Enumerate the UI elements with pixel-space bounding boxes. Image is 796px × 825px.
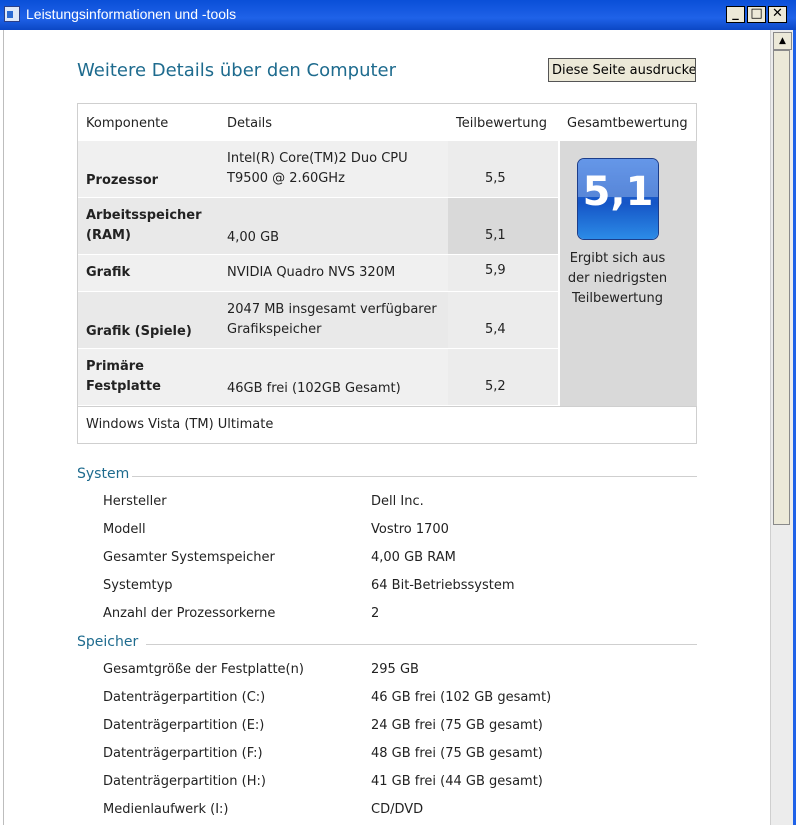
system-value: 64 Bit-Betriebssystem — [371, 578, 515, 593]
row-label: Grafik — [86, 265, 131, 280]
row-score: 5,9 — [485, 263, 506, 278]
score-table: Komponente Details Teilbewertung Gesamtb… — [77, 103, 697, 444]
header-details: Details — [227, 116, 273, 131]
row-details: 4,00 GB — [227, 230, 280, 245]
header-subscore: Teilbewertung — [456, 116, 548, 131]
title-bar[interactable]: Leistungsinformationen und -tools _ □ ✕ — [0, 0, 796, 30]
base-score-badge: 5,1 — [578, 159, 658, 239]
storage-value: 24 GB frei (75 GB gesamt) — [371, 718, 543, 733]
header-component: Komponente — [86, 116, 169, 131]
storage-value: 48 GB frei (75 GB gesamt) — [371, 746, 543, 761]
row-details: 2047 MB insgesamt verfügbarer Grafikspei… — [227, 302, 437, 337]
section-title-system: System — [77, 466, 130, 482]
minimize-button[interactable]: _ — [726, 6, 745, 23]
system-key: Systemtyp — [103, 578, 173, 593]
storage-key: Gesamtgröße der Festplatte(n) — [103, 662, 304, 677]
base-score-panel: 5,1 Ergibt sich aus der niedrigsten Teil… — [560, 141, 697, 406]
storage-key: Datenträgerpartition (F:) — [103, 746, 263, 761]
storage-value: 41 GB frei (44 GB gesamt) — [371, 774, 543, 789]
system-value: Dell Inc. — [371, 494, 424, 509]
system-key: Modell — [103, 522, 146, 537]
app-icon[interactable] — [4, 6, 20, 22]
row-label: Prozessor — [86, 173, 159, 188]
section-title-storage: Speicher — [77, 634, 139, 650]
system-key: Gesamter Systemspeicher — [103, 550, 275, 565]
base-score-value: 5,1 — [582, 169, 654, 215]
table-row-graphics: Grafik NVIDIA Quadro NVS 320M 5,9 — [78, 255, 558, 291]
row-score: 5,2 — [485, 379, 506, 394]
system-key: Hersteller — [103, 494, 167, 509]
maximize-button[interactable]: □ — [747, 6, 766, 23]
storage-value: 46 GB frei (102 GB gesamt) — [371, 690, 552, 705]
vertical-scrollbar[interactable]: ▲ — [770, 30, 793, 825]
storage-key: Datenträgerpartition (C:) — [103, 690, 266, 705]
table-row-primary-disk: Primäre Festplatte 46GB frei (102GB Gesa… — [78, 349, 558, 405]
row-label: Grafik (Spiele) — [86, 324, 192, 339]
base-score-note: Ergibt sich aus der niedrigsten Teilbewe… — [567, 251, 668, 306]
app-window: Leistungsinformationen und -tools _ □ ✕ … — [0, 0, 796, 825]
header-basescore: Gesamtbewertung — [567, 116, 688, 131]
close-button[interactable]: ✕ — [768, 6, 787, 23]
system-value: 2 — [371, 606, 380, 621]
table-row-ram: Arbeitsspeicher (RAM) 4,00 GB 5,1 — [78, 198, 558, 254]
storage-key: Medienlaufwerk (I:) — [103, 802, 229, 817]
storage-value: CD/DVD — [371, 802, 424, 817]
row-details: NVIDIA Quadro NVS 320M — [227, 265, 396, 280]
storage-value: 295 GB — [371, 662, 419, 677]
window-title: Leistungsinformationen und -tools — [26, 6, 237, 22]
row-details: 46GB frei (102GB Gesamt) — [227, 381, 401, 396]
table-row-gaming-graphics: Grafik (Spiele) 2047 MB insgesamt verfüg… — [78, 292, 558, 348]
os-name: Windows Vista (TM) Ultimate — [86, 417, 274, 432]
system-key: Anzahl der Prozessorkerne — [103, 606, 276, 621]
row-label: Arbeitsspeicher (RAM) — [86, 208, 202, 243]
row-details: Intel(R) Core(TM)2 Duo CPU T9500 @ 2.60G… — [227, 151, 408, 186]
row-score: 5,5 — [485, 171, 506, 186]
system-value: 4,00 GB RAM — [371, 550, 456, 565]
system-value: Vostro 1700 — [371, 522, 449, 537]
storage-key: Datenträgerpartition (H:) — [103, 774, 266, 789]
row-score: 5,4 — [485, 322, 506, 337]
print-page-button[interactable]: Diese Seite ausdrucke — [548, 58, 696, 82]
row-score: 5,1 — [485, 228, 506, 243]
table-row-processor: Prozessor Intel(R) Core(TM)2 Duo CPU T95… — [78, 141, 558, 197]
scrollbar-thumb[interactable] — [773, 50, 790, 525]
row-label: Primäre Festplatte — [86, 359, 161, 394]
page-title: Weitere Details über den Computer — [77, 60, 397, 81]
scroll-up-arrow-icon[interactable]: ▲ — [773, 32, 792, 50]
storage-key: Datenträgerpartition (E:) — [103, 718, 265, 733]
content-area: Weitere Details über den Computer Diese … — [3, 30, 770, 825]
